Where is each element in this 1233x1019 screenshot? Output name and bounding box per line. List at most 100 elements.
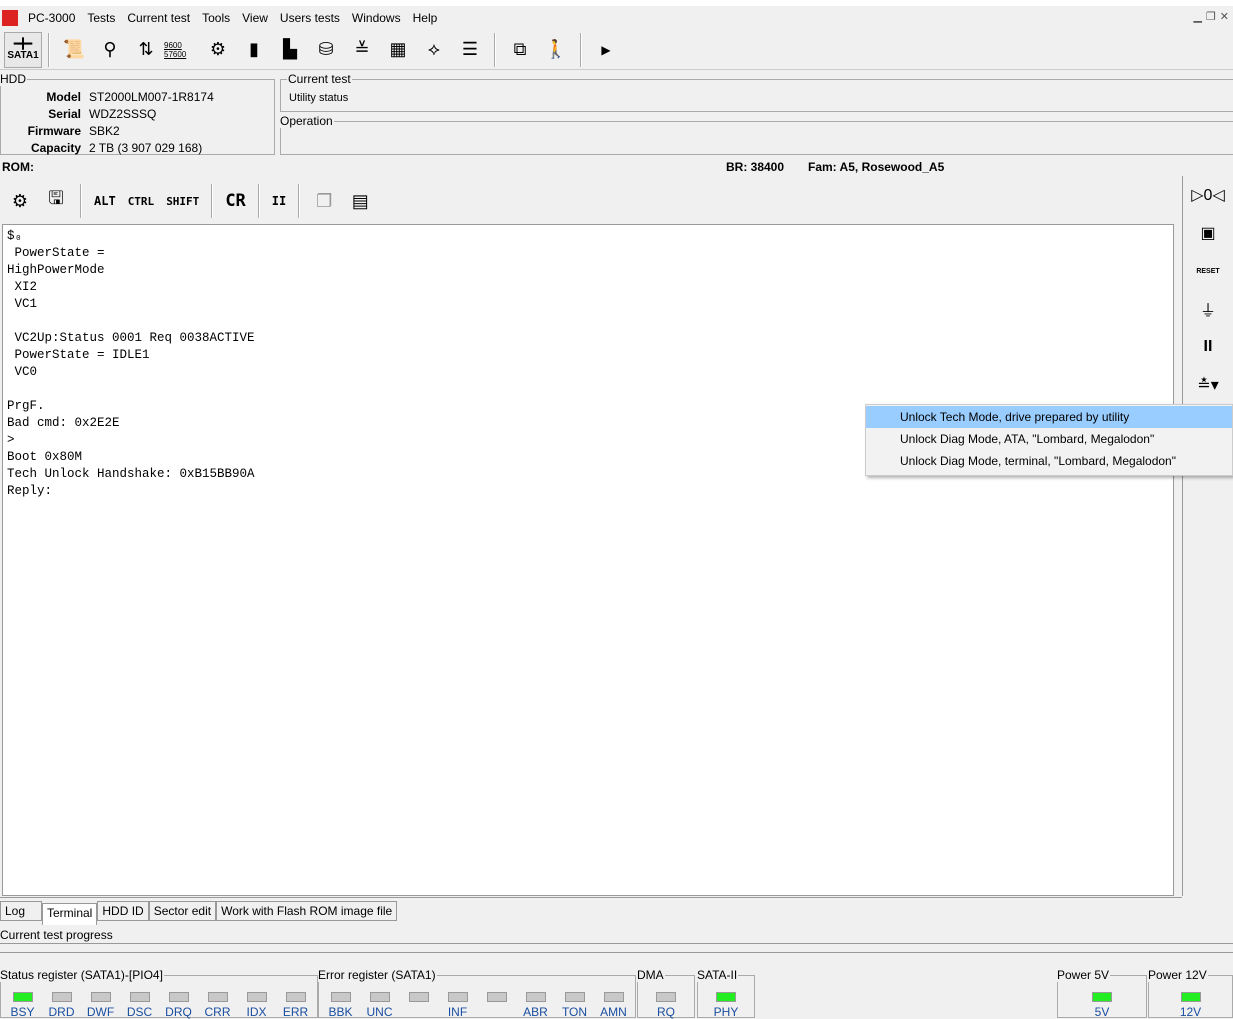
menu-item-unlock-diag-ata[interactable]: Unlock Diag Mode, ATA, "Lombard, Megalod… (866, 428, 1232, 450)
menu-app[interactable]: PC-3000 (22, 11, 81, 25)
separator (298, 184, 301, 218)
probe-icon[interactable]: ⏚ (1200, 290, 1216, 328)
menu-help[interactable]: Help (407, 11, 444, 25)
register-bit: 5V (1083, 992, 1122, 1019)
bit-label: 12V (1179, 1005, 1202, 1019)
register-bit: CRR (198, 992, 237, 1019)
operation-legend: Operation (280, 114, 333, 128)
bit-label: DRD (48, 1005, 75, 1019)
info-scroll-icon[interactable]: 📜 (56, 33, 92, 67)
windows-icon[interactable]: ⧉ (502, 33, 538, 67)
port-icon: ━╋━ (13, 38, 33, 50)
board-icon[interactable]: ▣ (1200, 214, 1215, 252)
tab-terminal[interactable]: Terminal (42, 903, 98, 925)
chip-icon[interactable]: ▮ (236, 33, 272, 67)
disk-check-icon[interactable]: ⛁ (308, 33, 344, 67)
baud-rate-icon[interactable]: 9600 57600 (164, 33, 200, 67)
led-indicator (51, 992, 72, 1002)
menu-users-tests[interactable]: Users tests (274, 11, 346, 25)
tab-bar: Log Terminal HDD ID Sector edit Work wit… (0, 901, 398, 925)
bit-label: ABR (523, 1005, 548, 1019)
register-bit: UNC (360, 992, 399, 1019)
close-icon[interactable]: ✕ (1220, 10, 1229, 23)
terminal-settings-icon[interactable]: ⚙ (2, 184, 38, 218)
register-bits: 12V (1149, 992, 1232, 1019)
power-toggle-icon[interactable]: ▷0◁ (1191, 176, 1225, 214)
board-icon[interactable]: ▙ (272, 33, 308, 67)
firmware-label: Firmware (27, 123, 81, 138)
firmware-row: Firmware SBK2 (1, 122, 274, 139)
bit-label: TON (561, 1005, 588, 1019)
port-button[interactable]: ━╋━ SATA1 (4, 31, 42, 68)
layers-icon[interactable]: ≚ (344, 33, 380, 67)
register-bit: DRD (42, 992, 81, 1019)
tab-sector-edit[interactable]: Sector edit (148, 901, 217, 921)
current-test-legend: Current test (288, 72, 351, 86)
menu-current-test[interactable]: Current test (121, 11, 196, 25)
flowchart-icon[interactable]: ⟡ (416, 33, 452, 67)
register-bit: DRQ (159, 992, 198, 1019)
register-bits: 5V (1058, 992, 1146, 1019)
restore-icon[interactable]: ❐ (1206, 10, 1216, 23)
bit-label: RQ (657, 1005, 675, 1019)
menu-windows[interactable]: Windows (346, 11, 407, 25)
capacity-label: Capacity (30, 140, 81, 155)
family: Fam: A5, Rosewood_A5 (808, 160, 945, 174)
register-bit: TON (555, 992, 594, 1019)
led-indicator (285, 992, 306, 1002)
alt-button[interactable]: ALT (88, 194, 122, 208)
pause-button[interactable]: II (1204, 328, 1213, 366)
bulb-icon[interactable]: ⚲ (92, 33, 128, 67)
current-test-panel: Current test Utility status (280, 72, 1233, 112)
window-controls: ▁ ❐ ✕ (1193, 10, 1229, 23)
title-strip (0, 0, 1233, 6)
save-log-icon[interactable]: 🖫 (38, 184, 74, 218)
tab-log[interactable]: Log (0, 901, 42, 921)
model-row: Model ST2000LM007-1R8174 (1, 88, 274, 105)
register-bit: BSY (3, 992, 42, 1019)
copy-icon[interactable]: ❐ (306, 184, 342, 218)
exit-icon[interactable]: 🚶 (538, 33, 574, 67)
terminal-toolbar: ⚙ 🖫 ALT CTRL SHIFT CR II ❐ ▤ (2, 180, 1174, 222)
separator (80, 184, 82, 218)
cr-button[interactable]: CR (219, 191, 251, 211)
separator (211, 184, 214, 218)
panel-legend: Power 5V (1057, 968, 1110, 982)
tab-hdd-id[interactable]: HDD ID (97, 901, 149, 921)
transfer-icon[interactable]: ⇅ (128, 33, 164, 67)
bit-label: AMN (600, 1005, 627, 1019)
led-indicator (12, 992, 33, 1002)
grid-icon[interactable]: ▦ (380, 33, 416, 67)
menu-tools[interactable]: Tools (196, 11, 236, 25)
register-bit: AMN (594, 992, 633, 1019)
register-bit: ABR (516, 992, 555, 1019)
panel-legend: Error register (SATA1) (318, 968, 436, 982)
minimize-icon[interactable]: ▁ (1193, 10, 1201, 23)
keyboard-icon[interactable]: ▤ (342, 184, 378, 218)
hdd-panel: HDD Model ST2000LM007-1R8174 Serial WDZ2SS… (0, 72, 275, 155)
bit-label: DWF (86, 1005, 115, 1019)
shift-button[interactable]: SHIFT (160, 195, 205, 208)
tab-flash-rom[interactable]: Work with Flash ROM image file (216, 901, 398, 921)
register-bits: RQ (638, 992, 694, 1019)
unlock-menu-icon[interactable]: ≛▾ (1197, 366, 1218, 404)
separator (257, 184, 260, 218)
register-bit: RQ (647, 992, 686, 1019)
led-indicator (246, 992, 267, 1002)
settings-disk-icon[interactable]: ⚙ (200, 33, 236, 67)
separator (580, 32, 582, 67)
menu-item-unlock-diag-terminal[interactable]: Unlock Diag Mode, terminal, "Lombard, Me… (866, 450, 1232, 472)
terminal-output[interactable]: $₀ PowerState = HighPowerMode XI2 VC1 VC… (2, 224, 1174, 896)
rom-label: ROM: (2, 160, 34, 174)
menu-tests[interactable]: Tests (81, 11, 121, 25)
panel-legend: Status register (SATA1)-[PIO4] (0, 968, 163, 982)
pause-button[interactable]: II (266, 194, 292, 208)
menu-view[interactable]: View (236, 11, 274, 25)
menu-item-unlock-tech[interactable]: Unlock Tech Mode, drive prepared by util… (866, 406, 1232, 428)
register-bit: PHY (707, 992, 746, 1019)
reset-button[interactable]: RESET (1196, 252, 1219, 290)
more-icon[interactable]: ▶ (588, 33, 624, 67)
list-icon[interactable]: ☰ (452, 33, 488, 67)
ctrl-button[interactable]: CTRL (122, 195, 161, 208)
led-indicator (1092, 992, 1112, 1002)
